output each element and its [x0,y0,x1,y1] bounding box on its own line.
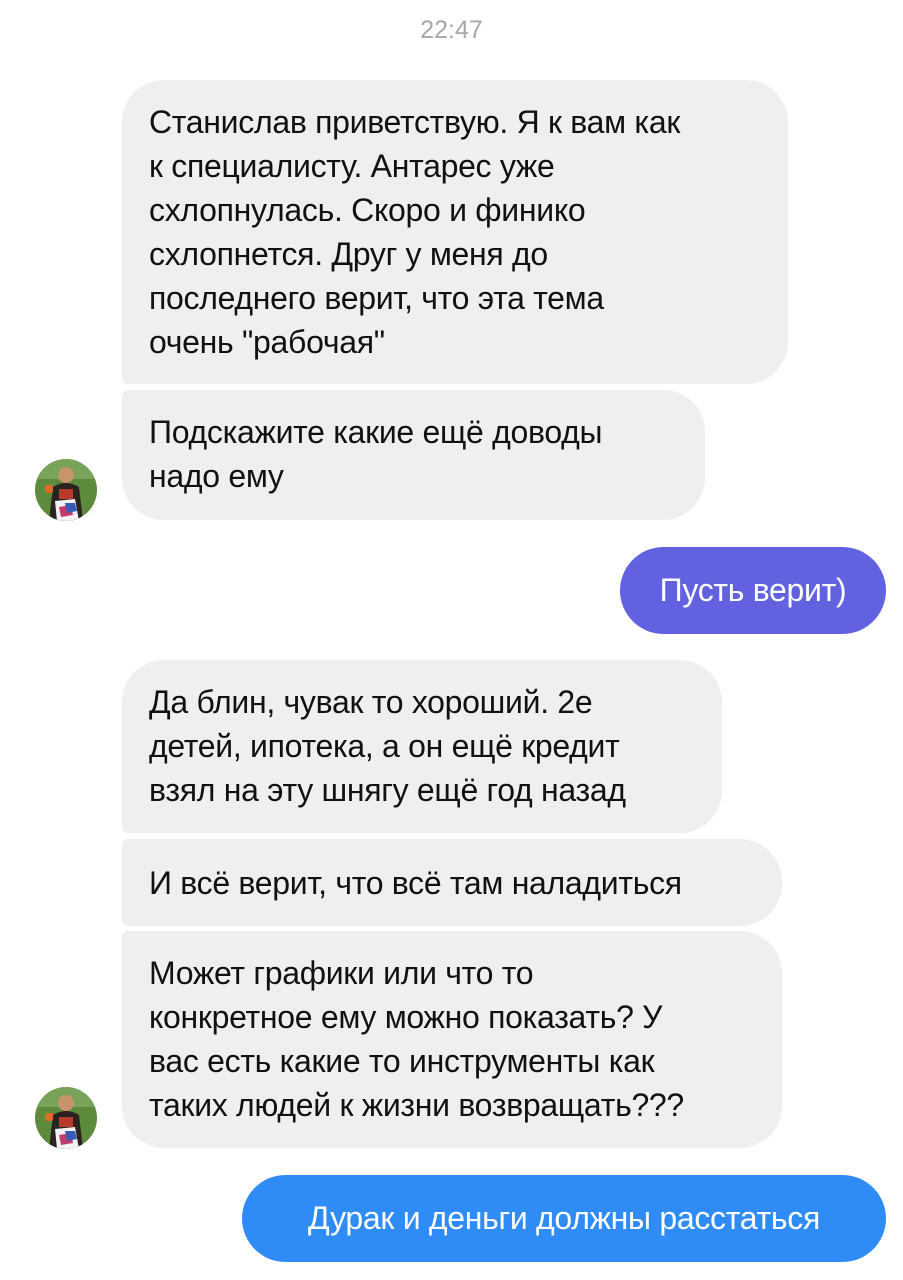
avatar[interactable] [35,459,97,521]
incoming-message-bubble[interactable]: Да блин, чувак то хороший. 2е детей, ипо… [122,660,722,833]
incoming-message-bubble[interactable]: Может графики или что то конкретное ему … [122,931,782,1148]
avatar[interactable] [35,1087,97,1149]
incoming-message-bubble[interactable]: Подскажите какие ещё доводы надо ему [122,390,705,520]
outgoing-message-bubble[interactable]: Дурак и деньги должны расстаться [242,1175,886,1262]
incoming-message-bubble[interactable]: И всё верит, что всё там наладиться [122,839,782,926]
incoming-message-bubble[interactable]: Станислав приветствую. Я к вам как к спе… [122,80,788,384]
message-timestamp: 22:47 [420,16,483,44]
outgoing-message-bubble[interactable]: Пусть верит) [620,547,886,634]
